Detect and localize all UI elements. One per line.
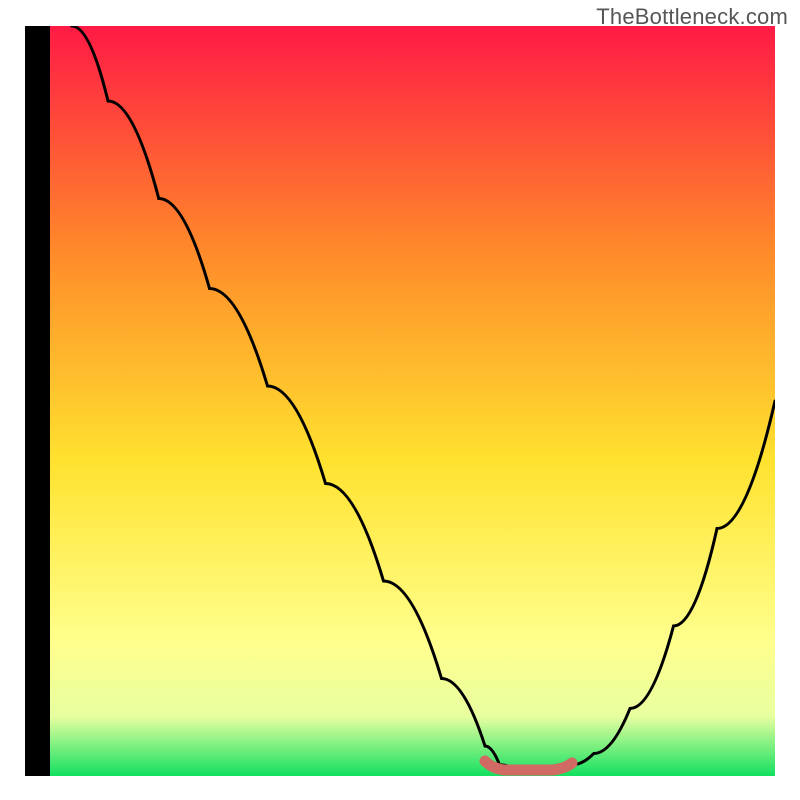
chart-svg	[25, 26, 775, 776]
gradient-background	[50, 26, 775, 776]
figure-frame: TheBottleneck.com	[0, 0, 800, 800]
chart-plot-area	[25, 26, 775, 776]
